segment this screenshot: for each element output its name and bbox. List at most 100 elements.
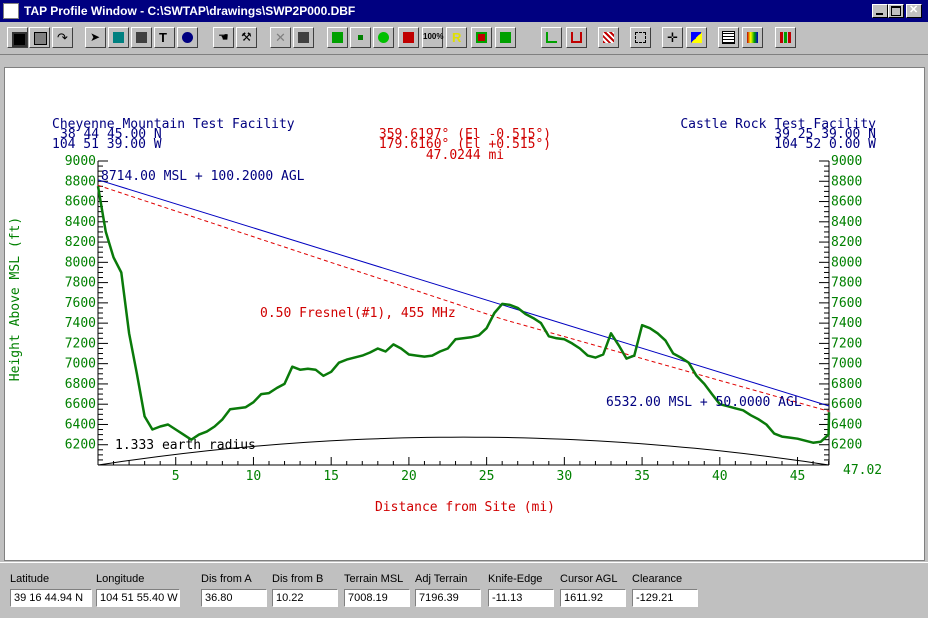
dis-from-b-field: Dis from B 10.22: [272, 573, 338, 607]
wrench-button[interactable]: ⚒: [236, 27, 257, 48]
diagonal-button[interactable]: [495, 27, 516, 48]
terrain-msl-label: Terrain MSL: [344, 573, 404, 585]
y-tick-label-right: 6200: [831, 438, 862, 453]
cursor-agl-label: Cursor AGL: [560, 573, 618, 585]
hatch-button[interactable]: [598, 27, 619, 48]
fill-button[interactable]: [108, 27, 129, 48]
y-tick-label-left: 6200: [65, 438, 96, 453]
adj-terrain-label: Adj Terrain: [415, 573, 468, 585]
y-tick-label-left: 7000: [65, 357, 96, 372]
hatch-icon: [603, 32, 614, 43]
dis-from-b-value[interactable]: 10.22: [272, 589, 338, 607]
longitude-value[interactable]: 104 51 55.40 W: [96, 589, 180, 607]
app-icon[interactable]: [3, 3, 19, 19]
y-tick-label-right: 6800: [831, 377, 862, 392]
x-tick-label: 5: [172, 469, 180, 484]
fill-icon: [113, 32, 124, 43]
earth-radius-label: 1.333 earth radius: [115, 438, 256, 453]
profile-area-icon: [571, 32, 582, 43]
antenna-b-label: 6532.00 MSL + 50.0000 AGL: [606, 395, 802, 410]
r-button[interactable]: R: [446, 27, 467, 48]
export-icon: [136, 32, 147, 43]
cursor-agl-field: Cursor AGL 1611.92: [560, 573, 626, 607]
x-tick-label: 45: [790, 469, 806, 484]
green-dot-icon: [355, 32, 366, 43]
line-of-sight: [97, 179, 830, 407]
latitude-label: Latitude: [10, 573, 50, 585]
red-x-button[interactable]: [398, 27, 419, 48]
cross-button[interactable]: ✕: [270, 27, 291, 48]
y-tick-label-left: 8200: [65, 235, 96, 250]
end-distance-label: 47.02: [843, 463, 882, 478]
move-cross-button[interactable]: ✛: [662, 27, 683, 48]
y-tick-label-right: 7800: [831, 276, 862, 291]
latitude-field: Latitude 39 16 44.94 N: [10, 573, 92, 607]
pointer-button[interactable]: ➤: [85, 27, 106, 48]
y-tick-label-right: 6400: [831, 417, 862, 432]
color-squares-button[interactable]: [686, 27, 707, 48]
text-tool-icon: T: [159, 30, 167, 45]
y-tick-label-left: 8400: [65, 215, 96, 230]
color-squares-icon: [691, 32, 702, 43]
bar-chart-button[interactable]: [775, 27, 796, 48]
profile-chart: 6200 6200 6400 6400 6600 6600 6800 6800 7000 7000…: [8, 117, 882, 515]
redo-arrow-icon: ↷: [57, 30, 68, 45]
hand-button[interactable]: ☚: [213, 27, 234, 48]
site-b-lon: 104 52 0.00 W: [774, 137, 876, 152]
knife-edge-label: Knife-Edge: [488, 573, 543, 585]
bar-chart-icon: [780, 32, 791, 43]
select-box-button[interactable]: [630, 27, 651, 48]
text-tool-button[interactable]: T: [154, 27, 175, 48]
window-title: TAP Profile Window - C:\SWTAP\drawings\S…: [24, 4, 356, 18]
maximize-button[interactable]: [888, 4, 904, 18]
clearance-field: Clearance -129.21: [632, 573, 698, 607]
pen-button[interactable]: [373, 27, 394, 48]
adj-terrain-value[interactable]: 7196.39: [415, 589, 481, 607]
green-square-button[interactable]: [327, 27, 348, 48]
color-grid-icon: [747, 32, 758, 43]
y-tick-label-right: 7200: [831, 336, 862, 351]
redo-button[interactable]: ↷: [52, 27, 73, 48]
green-dot-button[interactable]: [350, 27, 371, 48]
toolbar: ↷ ➤ T ☚ ⚒ ✕ 100% R ✛: [0, 22, 928, 55]
close-button[interactable]: ✕: [906, 4, 922, 18]
x-tick-label: 15: [323, 469, 339, 484]
close-icon: ✕: [909, 4, 919, 16]
pointer-icon: ➤: [90, 30, 101, 44]
x-tick-label: 20: [401, 469, 417, 484]
y-tick-label-left: 6600: [65, 397, 96, 412]
grid-button[interactable]: [718, 27, 739, 48]
minimize-button[interactable]: [872, 4, 888, 18]
import-icon: [298, 32, 309, 43]
clearance-label: Clearance: [632, 573, 683, 585]
y-tick-label-right: 9000: [831, 154, 862, 169]
profile-area-button[interactable]: [566, 27, 587, 48]
export-button[interactable]: [131, 27, 152, 48]
zoom-100-button[interactable]: 100%: [422, 27, 443, 48]
dis-from-a-label: Dis from A: [201, 573, 252, 585]
save-button[interactable]: [7, 27, 28, 48]
color-grid-button[interactable]: [742, 27, 763, 48]
info-button[interactable]: [177, 27, 198, 48]
profile-line-icon: [546, 32, 557, 43]
import-button[interactable]: [293, 27, 314, 48]
profile-line-button[interactable]: [541, 27, 562, 48]
print-button[interactable]: [29, 27, 50, 48]
y-tick-label-left: 7800: [65, 276, 96, 291]
dis-from-a-value[interactable]: 36.80: [201, 589, 267, 607]
knife-edge-value[interactable]: -11.13: [488, 589, 554, 607]
antenna-a-label: 8714.00 MSL + 100.2000 AGL: [101, 169, 305, 184]
latitude-value[interactable]: 39 16 44.94 N: [10, 589, 92, 607]
maximize-icon: [891, 6, 901, 16]
profile-plot[interactable]: 6200 6200 6400 6400 6600 6600 6800 6800 7000 7000…: [4, 67, 925, 561]
x-tick-label: 30: [557, 469, 573, 484]
status-bar: Latitude 39 16 44.94 N Longitude 104 51 …: [0, 562, 928, 618]
swap-button[interactable]: [471, 27, 492, 48]
x-tick-label: 25: [479, 469, 495, 484]
clearance-value[interactable]: -129.21: [632, 589, 698, 607]
y-tick-label-right: 6600: [831, 397, 862, 412]
cursor-agl-value[interactable]: 1611.92: [560, 589, 626, 607]
terrain-msl-value[interactable]: 7008.19: [344, 589, 410, 607]
y-tick-label-left: 7200: [65, 336, 96, 351]
move-cross-icon: ✛: [667, 30, 678, 45]
